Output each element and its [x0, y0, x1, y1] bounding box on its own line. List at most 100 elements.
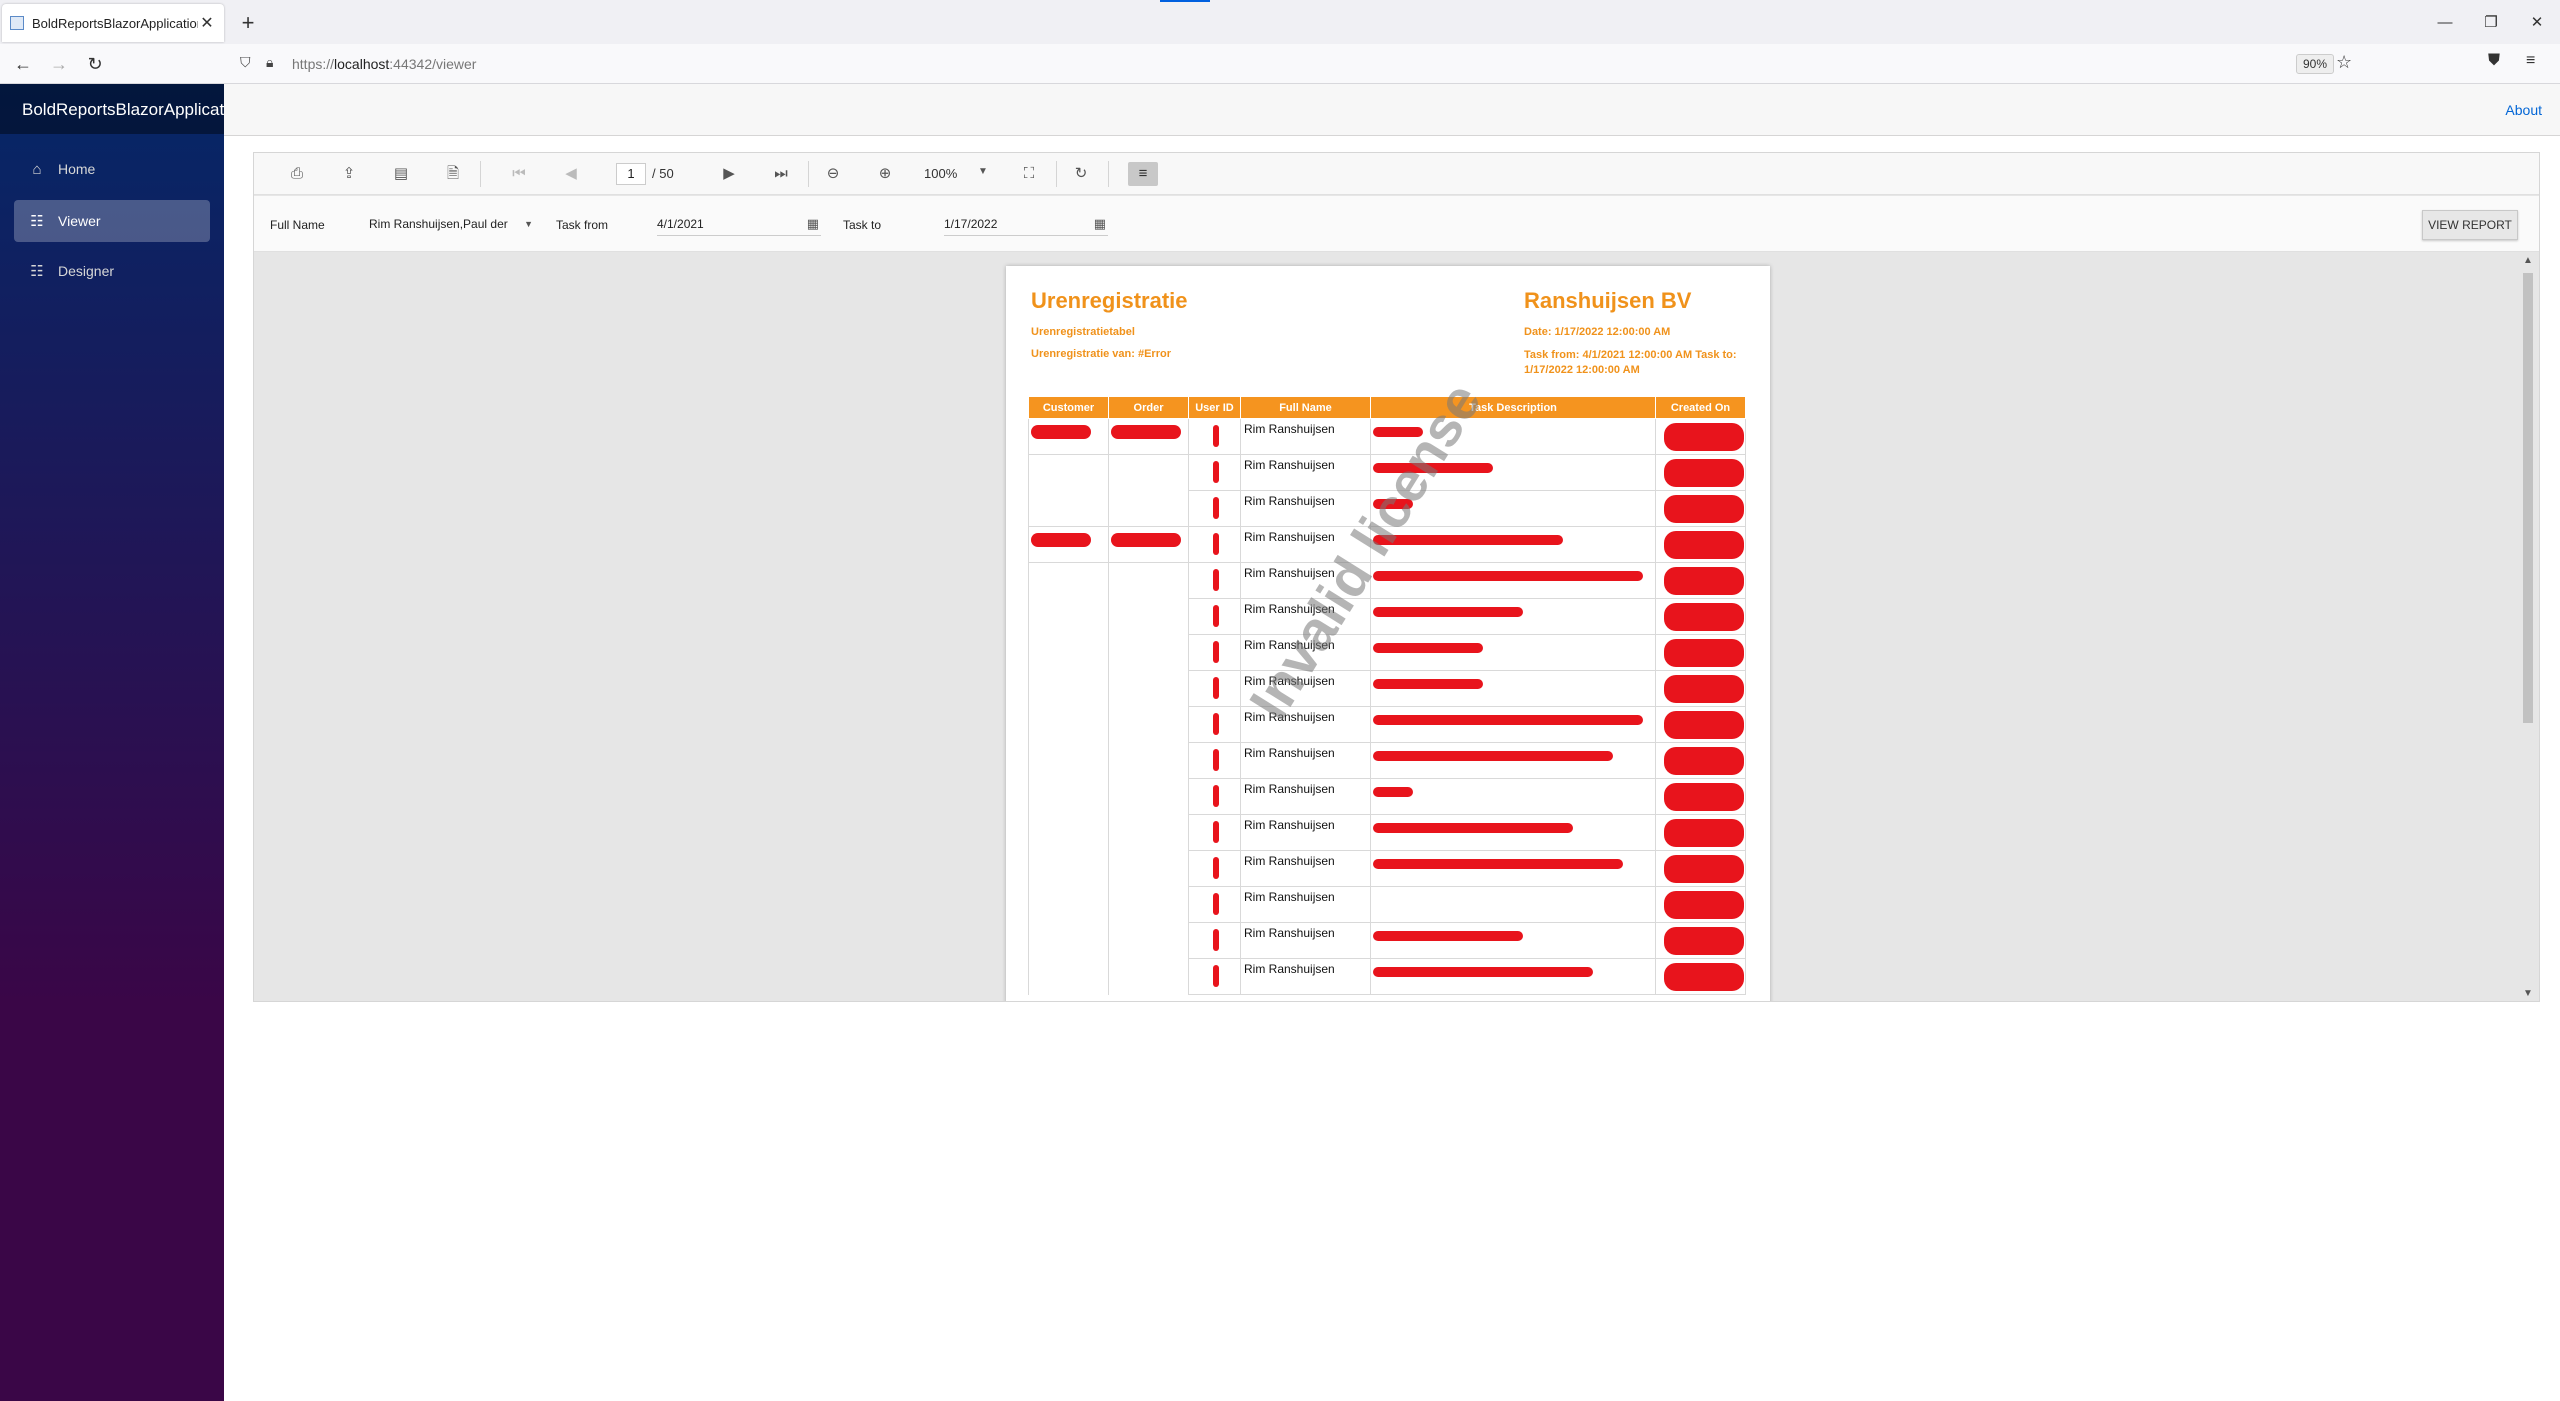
table-cell — [1028, 490, 1109, 527]
redaction-mark — [1213, 857, 1219, 879]
close-window-icon[interactable]: ✕ — [2514, 0, 2560, 44]
task-to-input[interactable]: 1/17/2022 ▦ — [944, 212, 1108, 236]
table-cell — [1188, 634, 1241, 671]
report-task-range: Task from: 4/1/2021 12:00:00 AM Task to:… — [1524, 349, 1737, 376]
table-cell — [1108, 670, 1189, 707]
forward-icon[interactable]: → — [46, 52, 72, 76]
report-subtitle: Urenregistratietabel — [1031, 326, 1135, 338]
refresh-icon[interactable]: ↻ — [1068, 162, 1094, 186]
table-cell — [1655, 850, 1746, 887]
address-bar[interactable]: https://localhost:44342/viewer — [292, 56, 476, 72]
top-row: About — [224, 84, 2560, 136]
pocket-icon[interactable]: ⛊ — [2488, 52, 2500, 70]
parameter-toggle-icon[interactable]: ≡ — [1128, 162, 1158, 186]
viewer-toolbar: ⎙ ⇪ ▤ 🗎 ⏮ ◀ 1 / 50 ▶ ⏭ ⊖ ⊕ 100% ▼ ⛶ ↻ ≡ — [254, 153, 2539, 195]
table-cell — [1655, 670, 1746, 707]
company-name: Ranshuijsen BV — [1524, 288, 1692, 313]
new-tab-button[interactable]: + — [236, 10, 260, 36]
page-number-input[interactable]: 1 — [616, 163, 646, 185]
vertical-scrollbar[interactable]: ▲ ▼ — [2521, 255, 2535, 999]
export-icon[interactable]: ⇪ — [336, 162, 362, 186]
table-cell — [1028, 742, 1109, 779]
browser-tab-bar: BoldReportsBlazorApplication ✕ + — ❐ ✕ — [0, 0, 2560, 44]
table-cell — [1655, 922, 1746, 959]
table-cell — [1108, 778, 1189, 815]
table-cell: Rim Ranshuijsen — [1240, 742, 1371, 779]
minimize-icon[interactable]: — — [2422, 0, 2468, 44]
table-cell — [1188, 526, 1241, 563]
scroll-down-icon[interactable]: ▼ — [2521, 988, 2535, 999]
table-cell — [1370, 850, 1656, 887]
table-row: Rim Ranshuijsen — [1028, 634, 1746, 671]
table-row: Rim Ranshuijsen — [1028, 958, 1746, 995]
redaction-mark — [1213, 965, 1219, 987]
zoom-in-icon[interactable]: ⊕ — [872, 162, 898, 186]
fit-page-icon[interactable]: ⛶ — [1016, 162, 1042, 186]
browser-tab[interactable]: BoldReportsBlazorApplication ✕ — [2, 4, 224, 42]
table-row: Rim Ranshuijsen — [1028, 850, 1746, 887]
table-cell: Rim Ranshuijsen — [1240, 418, 1371, 455]
previous-page-icon[interactable]: ◀ — [558, 162, 584, 186]
toolbar-divider — [480, 161, 481, 187]
table-row: Rim Ranshuijsen — [1028, 886, 1746, 923]
tab-title: BoldReportsBlazorApplication — [32, 15, 198, 31]
table-cell — [1188, 778, 1241, 815]
table-cell — [1028, 850, 1109, 887]
print-layout-icon[interactable]: 🗎 — [440, 162, 466, 186]
table-cell — [1108, 490, 1189, 527]
redaction-mark — [1664, 855, 1744, 883]
zoom-select[interactable]: 100% — [924, 166, 957, 181]
task-from-label: Task from — [556, 218, 609, 232]
reload-icon[interactable]: ↻ — [82, 52, 108, 76]
parameter-pane: Full Name Rim Ranshuijsen,Paul der ▼ Tas… — [254, 196, 2539, 252]
zoom-out-icon[interactable]: ⊖ — [820, 162, 846, 186]
shield-icon[interactable]: ⛉ — [240, 54, 251, 71]
sidebar-item-designer[interactable]: ☷ Designer — [14, 250, 210, 292]
back-icon[interactable]: ← — [10, 52, 36, 76]
table-cell — [1370, 562, 1656, 599]
close-tab-icon[interactable]: ✕ — [198, 13, 216, 33]
menu-icon[interactable]: ≡ — [2526, 52, 2535, 70]
report-canvas[interactable]: Urenregistratie Urenregistratietabel Ure… — [254, 253, 2539, 1001]
favicon-icon — [10, 16, 24, 30]
table-cell: Rim Ranshuijsen — [1240, 850, 1371, 887]
bookmark-star-icon[interactable]: ☆ — [2336, 52, 2352, 73]
chevron-down-icon[interactable]: ▼ — [978, 166, 988, 177]
next-page-icon[interactable]: ▶ — [716, 162, 742, 186]
table-row: Rim Ranshuijsen — [1028, 814, 1746, 851]
redaction-mark — [1373, 679, 1483, 689]
sidebar: BoldReportsBlazorApplication ⌂ Home ☷ Vi… — [0, 84, 224, 1401]
view-report-button[interactable]: VIEW REPORT — [2422, 210, 2518, 240]
sidebar-item-viewer[interactable]: ☷ Viewer — [14, 200, 210, 242]
calendar-icon[interactable]: ▦ — [1094, 212, 1106, 236]
redaction-mark — [1111, 533, 1181, 547]
first-page-icon[interactable]: ⏮ — [506, 162, 532, 186]
table-cell — [1108, 418, 1189, 455]
app-brand[interactable]: BoldReportsBlazorApplication — [0, 84, 224, 134]
about-link[interactable]: About — [2505, 102, 2542, 118]
calendar-icon[interactable]: ▦ — [807, 212, 819, 236]
sidebar-item-home[interactable]: ⌂ Home — [14, 148, 210, 190]
table-cell — [1655, 814, 1746, 851]
table-cell — [1370, 922, 1656, 959]
toolbar-divider — [1056, 161, 1057, 187]
redaction-mark — [1373, 859, 1623, 869]
column-header: Order — [1108, 396, 1189, 419]
redaction-mark — [1664, 927, 1744, 955]
table-cell — [1028, 670, 1109, 707]
lock-icon[interactable]: 🔒︎ — [266, 54, 273, 71]
restore-icon[interactable]: ❐ — [2468, 0, 2514, 44]
task-from-input[interactable]: 4/1/2021 ▦ — [657, 212, 821, 236]
page-setup-icon[interactable]: ▤ — [388, 162, 414, 186]
redaction-mark — [1664, 423, 1744, 451]
scrollbar-thumb[interactable] — [2523, 273, 2533, 723]
full-name-dropdown[interactable]: Rim Ranshuijsen,Paul der ▼ — [369, 212, 535, 236]
table-cell — [1188, 886, 1241, 923]
print-icon[interactable]: ⎙ — [284, 162, 310, 186]
table-row: Rim Ranshuijsen — [1028, 706, 1746, 743]
last-page-icon[interactable]: ⏭ — [768, 162, 794, 186]
table-cell: Rim Ranshuijsen — [1240, 706, 1371, 743]
zoom-badge[interactable]: 90% — [2296, 54, 2335, 74]
table-cell — [1108, 454, 1189, 491]
scroll-up-icon[interactable]: ▲ — [2521, 255, 2535, 266]
